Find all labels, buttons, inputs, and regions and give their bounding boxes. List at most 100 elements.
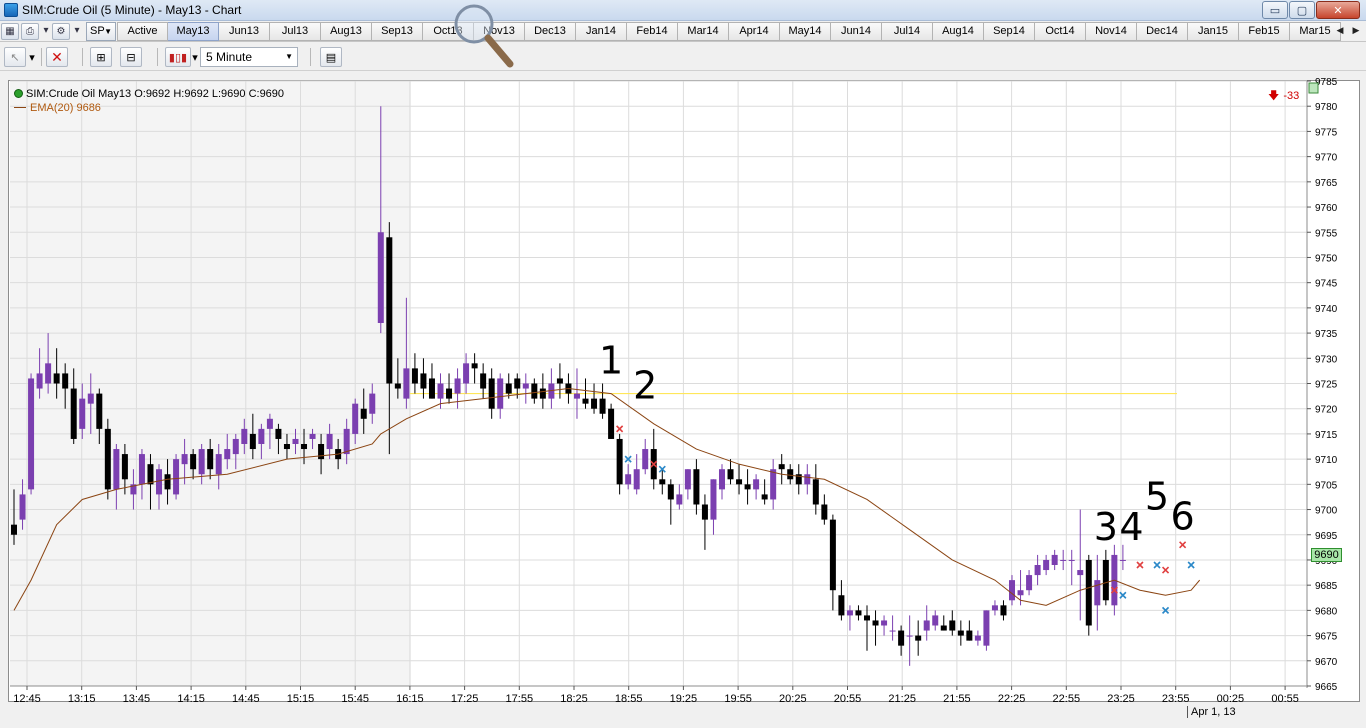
candle-body[interactable]: [932, 615, 939, 626]
annotation-label-2[interactable]: 2: [633, 364, 657, 408]
candle-body[interactable]: [915, 635, 922, 641]
candle-body[interactable]: [138, 454, 145, 485]
candle-body[interactable]: [642, 449, 649, 470]
candle-body[interactable]: [147, 464, 154, 485]
candle-body[interactable]: [1102, 559, 1109, 601]
candle-body[interactable]: [471, 363, 478, 369]
candle-body[interactable]: [983, 610, 990, 646]
candle-body[interactable]: [283, 444, 290, 450]
candle-body[interactable]: [616, 438, 623, 485]
candle-body[interactable]: [957, 630, 964, 636]
candle-body[interactable]: [62, 373, 69, 389]
candle-body[interactable]: [377, 232, 384, 323]
candle-body[interactable]: [96, 393, 103, 429]
candle-body[interactable]: [394, 383, 401, 389]
candle-body[interactable]: [1094, 580, 1101, 606]
candle-body[interactable]: [113, 449, 120, 490]
candle-body[interactable]: [266, 418, 273, 429]
candle-body[interactable]: [1009, 580, 1016, 601]
candle-body[interactable]: [258, 428, 265, 444]
candle-body[interactable]: [821, 504, 828, 520]
candle-body[interactable]: [79, 398, 86, 429]
candle-body[interactable]: [667, 484, 674, 500]
candle-body[interactable]: [386, 237, 393, 384]
candle-body[interactable]: [70, 388, 77, 439]
candle-body[interactable]: [881, 620, 888, 626]
candle-body[interactable]: [454, 378, 461, 394]
candle-body[interactable]: [428, 378, 435, 399]
candle-body[interactable]: [19, 494, 26, 520]
candle-body[interactable]: [778, 464, 785, 470]
candle-body[interactable]: [846, 610, 853, 616]
candle-body[interactable]: [318, 444, 325, 460]
axis-autoscale-icon[interactable]: [1308, 82, 1319, 94]
candle-body[interactable]: [539, 388, 546, 399]
candle-body[interactable]: [1119, 559, 1126, 561]
candle-body[interactable]: [608, 408, 615, 439]
candle-body[interactable]: [787, 469, 794, 480]
candle-body[interactable]: [684, 469, 691, 490]
candle-body[interactable]: [872, 620, 879, 626]
candle-body[interactable]: [215, 454, 222, 475]
candle-body[interactable]: [241, 428, 248, 444]
candle-body[interactable]: [693, 469, 700, 505]
annotation-label-3[interactable]: 3: [1094, 505, 1118, 549]
candle-body[interactable]: [736, 479, 743, 485]
candle-body[interactable]: [369, 393, 376, 414]
candle-body[interactable]: [1077, 570, 1084, 576]
candle-body[interactable]: [898, 630, 905, 646]
candle-body[interactable]: [232, 438, 239, 455]
candle-body[interactable]: [45, 363, 52, 384]
candle-body[interactable]: [591, 398, 598, 409]
candle-body[interactable]: [249, 433, 256, 450]
candle-body[interactable]: [556, 378, 563, 384]
candle-body[interactable]: [864, 615, 870, 621]
candle-body[interactable]: [190, 454, 197, 470]
candle-body[interactable]: [514, 378, 521, 389]
candle-body[interactable]: [463, 363, 470, 384]
candle-body[interactable]: [889, 630, 896, 632]
candle-body[interactable]: [121, 454, 128, 480]
candle-body[interactable]: [1068, 559, 1075, 561]
candle-body[interactable]: [292, 438, 299, 444]
candle-body[interactable]: [420, 373, 427, 389]
candle-body[interactable]: [1000, 605, 1007, 616]
candle-body[interactable]: [198, 449, 205, 475]
annotation-label-1[interactable]: 1: [599, 338, 623, 382]
candle-body[interactable]: [437, 383, 444, 399]
candle-body[interactable]: [164, 474, 171, 490]
candle-body[interactable]: [582, 398, 589, 404]
candle-body[interactable]: [676, 494, 683, 505]
candle-body[interactable]: [1043, 559, 1050, 571]
candle-body[interactable]: [906, 635, 913, 637]
candle-body[interactable]: [36, 373, 43, 389]
candle-body[interactable]: [1017, 590, 1024, 596]
annotation-label-4[interactable]: 4: [1119, 505, 1143, 549]
candle-body[interactable]: [838, 595, 845, 616]
candle-body[interactable]: [1060, 559, 1067, 561]
candle-body[interactable]: [87, 393, 94, 404]
candle-body[interactable]: [804, 474, 811, 485]
candle-body[interactable]: [480, 373, 487, 389]
candle-body[interactable]: [1085, 559, 1092, 626]
candle-body[interactable]: [1026, 575, 1033, 591]
candle-body[interactable]: [718, 469, 725, 490]
candle-body[interactable]: [531, 383, 538, 399]
annotation-label-5[interactable]: 5: [1145, 475, 1169, 519]
candle-body[interactable]: [770, 469, 777, 500]
candle-body[interactable]: [446, 388, 453, 399]
candle-body[interactable]: [744, 484, 751, 490]
candle-body[interactable]: [1051, 554, 1058, 565]
candle-body[interactable]: [949, 620, 956, 631]
candle-body[interactable]: [11, 524, 17, 535]
candle-body[interactable]: [497, 378, 504, 409]
candle-body[interactable]: [275, 428, 282, 439]
candle-body[interactable]: [923, 620, 930, 631]
candle-body[interactable]: [625, 474, 632, 485]
candle-body[interactable]: [28, 378, 35, 490]
candle-body[interactable]: [659, 479, 666, 485]
candle-body[interactable]: [181, 454, 188, 465]
candle-body[interactable]: [940, 625, 947, 631]
candle-body[interactable]: [104, 428, 111, 490]
candle-body[interactable]: [974, 635, 981, 641]
